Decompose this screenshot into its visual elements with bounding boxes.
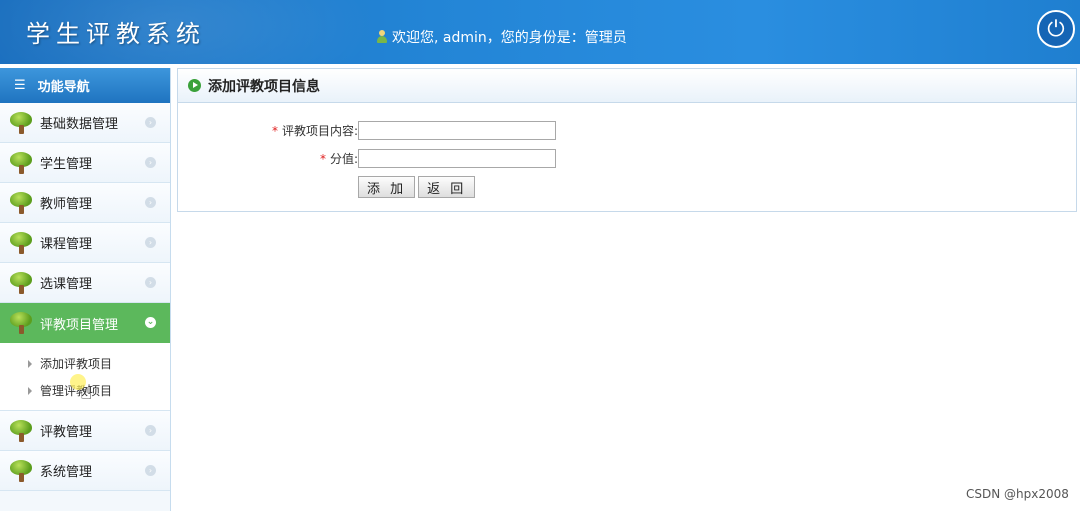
play-icon: [188, 79, 201, 92]
score-input[interactable]: [358, 149, 556, 168]
sidebar-heading: ☰ 功能导航: [0, 68, 170, 103]
back-button[interactable]: 返 回: [418, 176, 476, 198]
caret-right-icon: [28, 386, 32, 395]
chevron-right-icon: ›: [145, 117, 156, 128]
sidebar-item-system[interactable]: 系统管理 ›: [0, 451, 170, 491]
user-icon: [376, 30, 388, 44]
add-button[interactable]: 添 加: [358, 176, 416, 198]
panel-title: 添加评教项目信息: [208, 78, 320, 95]
welcome-text: 欢迎您, admin，您的身份是：管理员: [392, 30, 627, 46]
sidebar-item-students[interactable]: 学生管理 ›: [0, 143, 170, 183]
form-actions: 添 加 返 回: [358, 176, 476, 198]
app-title: 学生评教系统: [26, 20, 206, 48]
caret-right-icon: [28, 359, 32, 368]
chevron-right-icon: ›: [145, 157, 156, 168]
form-row-score: * 分值:: [208, 149, 556, 168]
sidebar-item-label: 课程管理: [40, 237, 93, 252]
tree-icon: [10, 271, 32, 294]
chevron-down-icon: ⌄: [145, 317, 156, 328]
tree-icon: [10, 459, 32, 482]
chevron-right-icon: ›: [145, 237, 156, 248]
field-label: * 分值:: [208, 150, 358, 167]
sidebar-item-label: 选课管理: [40, 277, 93, 292]
chevron-right-icon: ›: [145, 197, 156, 208]
list-icon: ☰: [14, 78, 26, 93]
sidebar-item-label: 教师管理: [40, 197, 93, 212]
panel-header: 添加评教项目信息: [178, 69, 1076, 103]
chevron-right-icon: ›: [145, 465, 156, 476]
chevron-right-icon: ›: [145, 277, 156, 288]
sidebar-item-label: 评教管理: [40, 425, 93, 440]
welcome-message: 欢迎您, admin，您的身份是：管理员: [376, 27, 627, 47]
sidebar-item-course-selection[interactable]: 选课管理 ›: [0, 263, 170, 303]
sidebar-item-label: 系统管理: [40, 465, 93, 480]
sidebar-heading-label: 功能导航: [37, 80, 90, 95]
required-mark: *: [271, 124, 278, 138]
field-label: * 评教项目内容:: [208, 122, 358, 139]
sidebar-item-label: 评教项目管理: [40, 317, 119, 333]
form-row-content: * 评教项目内容:: [208, 121, 556, 140]
tree-icon: [10, 111, 32, 134]
watermark: CSDN @hpx2008: [966, 487, 1069, 501]
required-mark: *: [319, 152, 326, 166]
sidebar-item-teachers[interactable]: 教师管理 ›: [0, 183, 170, 223]
submenu-item-label: 添加评教项目: [40, 357, 113, 371]
power-icon[interactable]: ⏻: [1037, 10, 1075, 48]
sidebar-item-basic-data[interactable]: 基础数据管理 ›: [0, 103, 170, 143]
tree-icon: [10, 419, 32, 442]
sidebar-item-label: 学生管理: [40, 157, 93, 172]
sidebar-item-evaluation-items[interactable]: 评教项目管理 ⌄: [0, 303, 170, 343]
sidebar-item-label: 基础数据管理: [40, 117, 119, 132]
chevron-right-icon: ›: [145, 425, 156, 436]
tree-icon: [10, 231, 32, 254]
add-evaluation-item-panel: 添加评教项目信息 * 评教项目内容: * 分值: 添 加 返 回: [177, 68, 1077, 212]
sidebar-item-courses[interactable]: 课程管理 ›: [0, 223, 170, 263]
submenu-item-add-evaluation-item[interactable]: 添加评教项目: [0, 350, 170, 377]
app-header: 学生评教系统 欢迎您, admin，您的身份是：管理员 ⏻: [0, 0, 1080, 64]
field-label-text: 评教项目内容:: [281, 124, 358, 138]
evaluation-content-input[interactable]: [358, 121, 556, 140]
sidebar-item-evaluations[interactable]: 评教管理 ›: [0, 411, 170, 451]
hand-cursor-icon: ☝: [80, 380, 93, 404]
tree-icon: [10, 151, 32, 174]
sidebar: ☰ 功能导航 基础数据管理 › 学生管理 › 教师管理 › 课程管理 › 选课管…: [0, 68, 171, 511]
field-label-text: 分值:: [329, 152, 358, 166]
tree-icon: [10, 191, 32, 214]
tree-icon: [10, 312, 32, 334]
